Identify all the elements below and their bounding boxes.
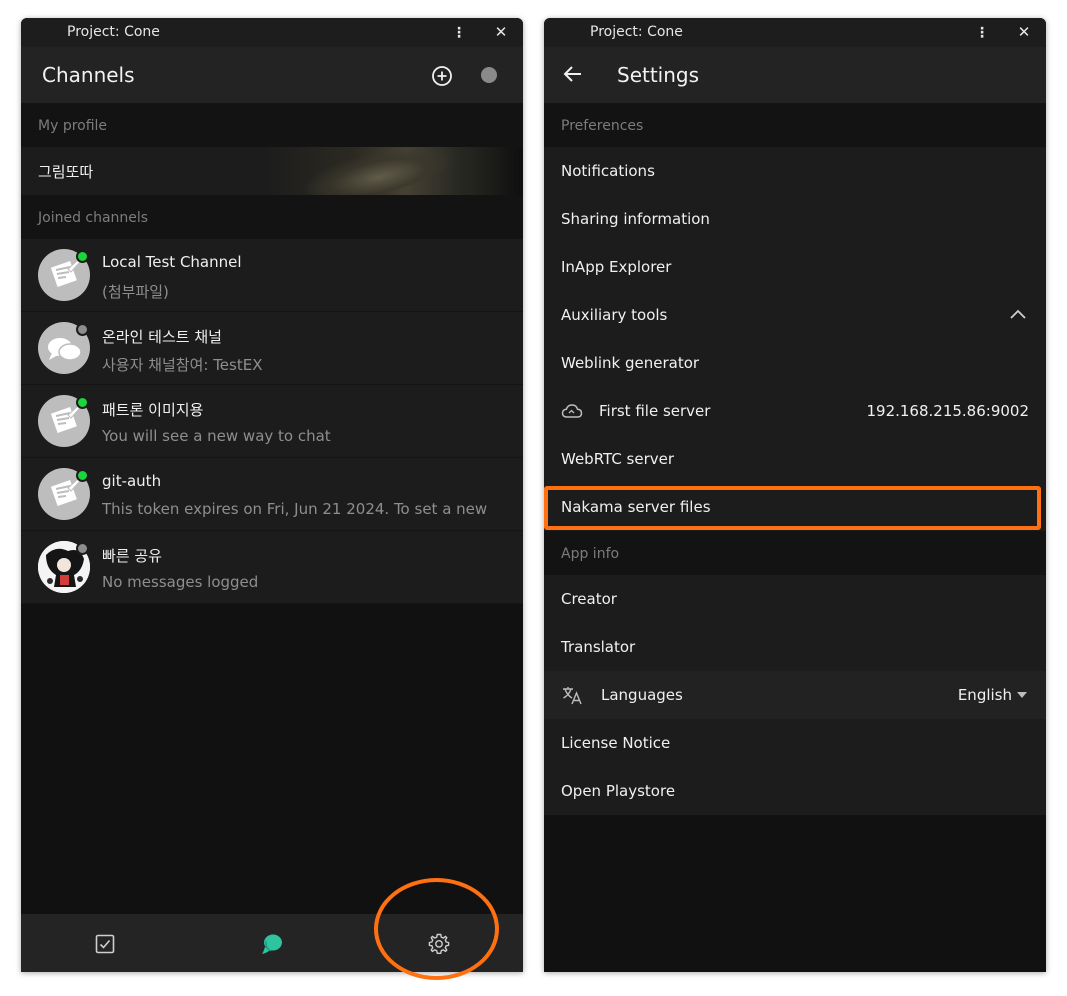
weblink-generator-label: Weblink generator	[561, 354, 700, 372]
user-status-dot[interactable]	[481, 67, 497, 83]
translator-item[interactable]: Translator	[544, 623, 1046, 671]
sharing-information-label: Sharing information	[561, 210, 710, 228]
window-close-icon[interactable]: ✕	[493, 23, 509, 41]
channel-preview: This token expires on Fri, Jun 21 2024. …	[102, 500, 488, 518]
channel-name: Local Test Channel	[102, 253, 242, 271]
window-menu-icon[interactable]: ⋮	[974, 24, 990, 42]
online-status-badge	[76, 250, 89, 263]
first-file-server-item[interactable]: First file server 192.168.215.86:9002	[544, 387, 1046, 435]
channel-preview: (첨부파일)	[102, 283, 169, 301]
plus-circle-icon[interactable]	[431, 65, 453, 87]
chevron-up-icon[interactable]	[1009, 306, 1027, 324]
my-profile-header: My profile	[21, 103, 523, 147]
page-title: Settings	[617, 63, 700, 87]
window-title: Project: Cone	[67, 24, 160, 40]
app-info-header: App info	[544, 531, 1046, 575]
channels-window: Project: Cone ⋮ ✕ Channels My profile 그림…	[21, 18, 523, 972]
webrtc-server-label: WebRTC server	[561, 450, 675, 468]
settings-window: Project: Cone ⋮ ✕ Settings Preferences N…	[544, 18, 1046, 972]
window-title: Project: Cone	[590, 24, 683, 40]
offline-status-badge	[76, 542, 89, 555]
sharing-information-item[interactable]: Sharing information	[544, 195, 1046, 243]
nakama-server-files-label: Nakama server files	[561, 498, 711, 516]
profile-name: 그림또따	[38, 163, 94, 181]
titlebar[interactable]: Project: Cone ⋮ ✕	[21, 18, 523, 47]
license-notice-label: License Notice	[561, 734, 671, 752]
nakama-server-files-item[interactable]: Nakama server files	[544, 483, 1046, 531]
arrow-left-icon[interactable]	[562, 63, 584, 85]
channel-item[interactable]: 온라인 테스트 채널 사용자 채널참여: TestEX	[21, 312, 523, 385]
joined-channels-header: Joined channels	[21, 195, 523, 239]
webrtc-server-item[interactable]: WebRTC server	[544, 435, 1046, 483]
channel-item[interactable]: 패트론 이미지용 You will see a new way to chat	[21, 385, 523, 458]
offline-status-badge	[76, 323, 89, 336]
language-select-value[interactable]: English	[958, 686, 1012, 704]
creator-label: Creator	[561, 590, 617, 608]
first-file-server-value: 192.168.215.86:9002	[866, 402, 1029, 420]
license-notice-item[interactable]: License Notice	[544, 719, 1046, 767]
inapp-explorer-label: InApp Explorer	[561, 258, 672, 276]
settings-appbar: Settings	[544, 47, 1046, 103]
online-status-badge	[76, 469, 89, 482]
translate-icon	[563, 687, 582, 705]
channel-name: 패트론 이미지용	[102, 401, 204, 419]
channel-item[interactable]: git-auth This token expires on Fri, Jun …	[21, 458, 523, 531]
channel-preview: No messages logged	[102, 573, 259, 591]
dropdown-caret-icon[interactable]	[1017, 692, 1027, 698]
online-status-badge	[76, 396, 89, 409]
open-playstore-label: Open Playstore	[561, 782, 676, 800]
checkbox-icon[interactable]	[93, 932, 117, 956]
channels-appbar: Channels	[21, 47, 523, 103]
channel-name: 온라인 테스트 채널	[102, 328, 222, 346]
preferences-header: Preferences	[544, 103, 1046, 147]
open-playstore-item[interactable]: Open Playstore	[544, 767, 1046, 815]
notifications-label: Notifications	[561, 162, 655, 180]
auxiliary-tools-label: Auxiliary tools	[561, 306, 668, 324]
weblink-generator-item[interactable]: Weblink generator	[544, 339, 1046, 387]
window-close-icon[interactable]: ✕	[1016, 23, 1032, 41]
titlebar[interactable]: Project: Cone ⋮ ✕	[544, 18, 1046, 47]
cloud-sync-icon	[561, 404, 583, 418]
highlight-circle-annotation	[374, 878, 499, 980]
channel-item[interactable]: Local Test Channel (첨부파일)	[21, 239, 523, 312]
channel-name: 빠른 공유	[102, 547, 162, 565]
inapp-explorer-item[interactable]: InApp Explorer	[544, 243, 1046, 291]
creator-item[interactable]: Creator	[544, 575, 1046, 623]
channel-name: git-auth	[102, 472, 162, 490]
first-file-server-label: First file server	[599, 402, 711, 420]
my-profile-row[interactable]: 그림또따	[21, 147, 523, 195]
channel-item[interactable]: 빠른 공유 No messages logged	[21, 531, 523, 604]
translator-label: Translator	[561, 638, 636, 656]
page-title: Channels	[42, 63, 135, 87]
languages-label: Languages	[601, 686, 683, 704]
channel-preview: You will see a new way to chat	[102, 427, 331, 445]
chat-icon[interactable]	[260, 932, 284, 956]
channel-preview: 사용자 채널참여: TestEX	[102, 356, 263, 374]
window-menu-icon[interactable]: ⋮	[451, 24, 467, 42]
auxiliary-tools-item[interactable]: Auxiliary tools	[544, 291, 1046, 339]
languages-item[interactable]: Languages English	[544, 671, 1046, 719]
notifications-item[interactable]: Notifications	[544, 147, 1046, 195]
